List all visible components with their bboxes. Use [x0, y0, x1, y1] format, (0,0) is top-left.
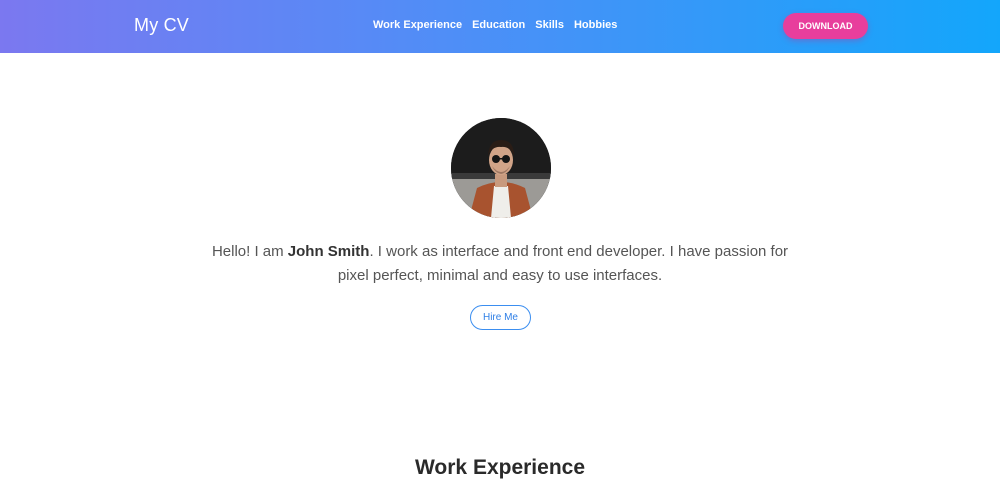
nav-links: Work Experience Education Skills Hobbies [373, 19, 617, 31]
person-name: John Smith [287, 243, 370, 260]
nav-link-skills[interactable]: Skills [535, 19, 564, 31]
brand-logo[interactable]: My CV [134, 15, 189, 36]
nav-link-hobbies[interactable]: Hobbies [574, 19, 617, 31]
intro-suffix: . I work as interface and front end deve… [337, 243, 789, 284]
work-experience-heading: Work Experience [414, 456, 586, 479]
nav-link-education[interactable]: Education [472, 19, 525, 31]
avatar [451, 118, 551, 218]
intro-text: Hello! I am John Smith. I work as interf… [200, 240, 800, 288]
profile-photo [451, 118, 551, 218]
hire-me-button[interactable]: Hire Me [470, 305, 531, 330]
nav-link-work-experience[interactable]: Work Experience [373, 19, 462, 31]
intro-prefix: Hello! I am [211, 243, 288, 260]
top-navbar: My CV Work Experience Education Skills H… [0, 0, 1000, 53]
download-button[interactable]: DOWNLOAD [783, 13, 868, 39]
